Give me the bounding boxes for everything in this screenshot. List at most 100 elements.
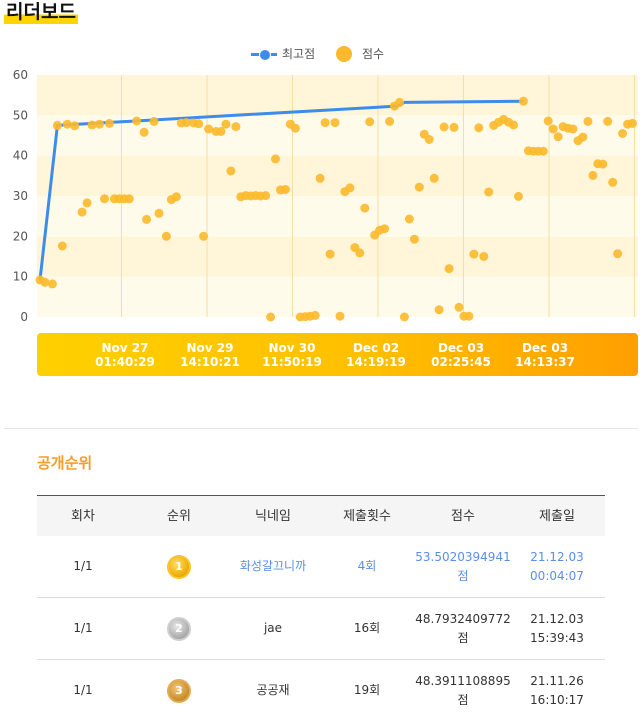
score-point[interactable] bbox=[484, 187, 494, 197]
score-point[interactable] bbox=[360, 203, 370, 213]
score-point[interactable] bbox=[325, 249, 335, 259]
score-cell: 48.7932409772 점 bbox=[415, 598, 510, 659]
score-point[interactable] bbox=[161, 231, 171, 241]
score-point[interactable] bbox=[355, 248, 365, 258]
score-point[interactable] bbox=[439, 122, 449, 132]
score-point[interactable] bbox=[385, 116, 395, 126]
table-row: 1/1 1 화성갈끄니까 4회 53.5020394941 점 21.12.03… bbox=[37, 536, 605, 598]
score-point[interactable] bbox=[330, 118, 340, 128]
score-point[interactable] bbox=[469, 249, 479, 259]
navigator-label: Nov 27 01:40:29 bbox=[95, 341, 155, 369]
score-point[interactable] bbox=[171, 192, 181, 202]
score-point[interactable] bbox=[598, 159, 608, 169]
score-point[interactable] bbox=[104, 118, 114, 128]
score-point[interactable] bbox=[464, 311, 474, 321]
score-point[interactable] bbox=[320, 118, 330, 128]
section-divider bbox=[4, 428, 638, 429]
score-point[interactable] bbox=[100, 194, 109, 204]
score-point[interactable] bbox=[434, 305, 444, 315]
score-point[interactable] bbox=[509, 120, 518, 130]
submitted-date: 21.12.03 bbox=[530, 549, 584, 564]
score-point[interactable] bbox=[154, 208, 164, 218]
y-axis-ticks: 0 10 20 30 40 50 60 bbox=[13, 68, 28, 324]
score-point[interactable] bbox=[588, 170, 598, 180]
score-point[interactable] bbox=[514, 191, 523, 201]
score-point[interactable] bbox=[538, 146, 548, 156]
y-tick-label: 20 bbox=[13, 229, 28, 243]
score-point[interactable] bbox=[543, 116, 553, 126]
score-point[interactable] bbox=[399, 312, 409, 322]
score-point[interactable] bbox=[479, 252, 489, 261]
score-point[interactable] bbox=[608, 177, 618, 187]
silver-medal-icon: 2 bbox=[167, 616, 191, 641]
header-submissions: 제출횟수 bbox=[343, 508, 391, 524]
page-title: 리더보드 bbox=[4, 0, 78, 24]
score-legend-label[interactable]: 점수 bbox=[362, 44, 384, 64]
score-point[interactable] bbox=[474, 123, 484, 133]
score-point[interactable] bbox=[454, 302, 464, 312]
bronze-medal-icon: 3 bbox=[167, 678, 191, 703]
score-point[interactable] bbox=[124, 194, 134, 204]
score-point[interactable] bbox=[553, 132, 563, 142]
round-cell: 1/1 bbox=[73, 559, 93, 573]
score-point[interactable] bbox=[365, 117, 375, 127]
table-row: 1/1 2 jae 16회 48.7932409772 점 21.12.03 1… bbox=[37, 598, 605, 660]
score-point[interactable] bbox=[142, 214, 152, 224]
score-point[interactable] bbox=[548, 124, 558, 134]
score-point[interactable] bbox=[40, 277, 50, 287]
score-point[interactable] bbox=[47, 279, 57, 289]
score-point[interactable] bbox=[578, 132, 588, 142]
score-point[interactable] bbox=[613, 249, 623, 259]
score-point[interactable] bbox=[271, 154, 280, 164]
score-point[interactable] bbox=[449, 122, 459, 132]
submissions-link[interactable]: 4회 bbox=[317, 536, 417, 597]
score-point[interactable] bbox=[429, 173, 439, 183]
score-point[interactable] bbox=[216, 127, 226, 136]
score-point[interactable] bbox=[568, 124, 578, 134]
submitted-date: 21.12.03 bbox=[530, 611, 584, 626]
score-point[interactable] bbox=[628, 118, 637, 128]
score-point[interactable] bbox=[424, 135, 434, 144]
score-point[interactable] bbox=[310, 310, 320, 320]
score-point[interactable] bbox=[583, 116, 593, 126]
score-point[interactable] bbox=[221, 119, 231, 129]
score-point[interactable] bbox=[266, 312, 276, 322]
score-point[interactable] bbox=[380, 224, 390, 234]
score-point[interactable] bbox=[280, 185, 290, 194]
best-score-legend-label[interactable]: 최고점 bbox=[282, 44, 315, 64]
score-cell: 53.5020394941 점 bbox=[415, 536, 510, 597]
score-point[interactable] bbox=[199, 231, 209, 241]
score-chart[interactable]: 0 10 20 30 40 50 60 bbox=[0, 66, 643, 328]
score-point[interactable] bbox=[444, 264, 454, 274]
score-point[interactable] bbox=[149, 116, 159, 126]
score-point[interactable] bbox=[194, 119, 204, 129]
score-point[interactable] bbox=[409, 234, 419, 244]
score-point[interactable] bbox=[395, 97, 404, 107]
score-point[interactable] bbox=[62, 119, 72, 129]
nickname-link[interactable]: 화성갈끄니까 bbox=[229, 536, 317, 597]
score-point[interactable] bbox=[315, 173, 325, 183]
score-point[interactable] bbox=[82, 198, 92, 208]
score-point[interactable] bbox=[52, 120, 62, 130]
score-point[interactable] bbox=[335, 311, 345, 321]
score-point[interactable] bbox=[518, 96, 528, 106]
score-point[interactable] bbox=[290, 123, 300, 133]
score-point[interactable] bbox=[404, 214, 414, 224]
score-point[interactable] bbox=[261, 191, 271, 201]
time-range-navigator[interactable]: Nov 27 01:40:29 Nov 29 14:10:21 Nov 30 11:5… bbox=[37, 333, 638, 376]
score-point[interactable] bbox=[345, 183, 355, 193]
score-point[interactable] bbox=[618, 129, 628, 138]
score-point[interactable] bbox=[226, 166, 236, 176]
score-point[interactable] bbox=[57, 241, 67, 251]
rank-cell: 3 bbox=[129, 660, 229, 719]
score-point[interactable] bbox=[70, 121, 80, 131]
score-point[interactable] bbox=[139, 127, 149, 137]
score-point[interactable] bbox=[77, 207, 87, 217]
score-point[interactable] bbox=[231, 122, 241, 132]
score-point[interactable] bbox=[414, 182, 424, 192]
score-point[interactable] bbox=[95, 119, 104, 129]
score-point[interactable] bbox=[603, 116, 613, 126]
score-point[interactable] bbox=[132, 116, 142, 126]
navigator-label: Dec 02 14:19:19 bbox=[346, 341, 406, 369]
chart-band bbox=[37, 155, 638, 196]
